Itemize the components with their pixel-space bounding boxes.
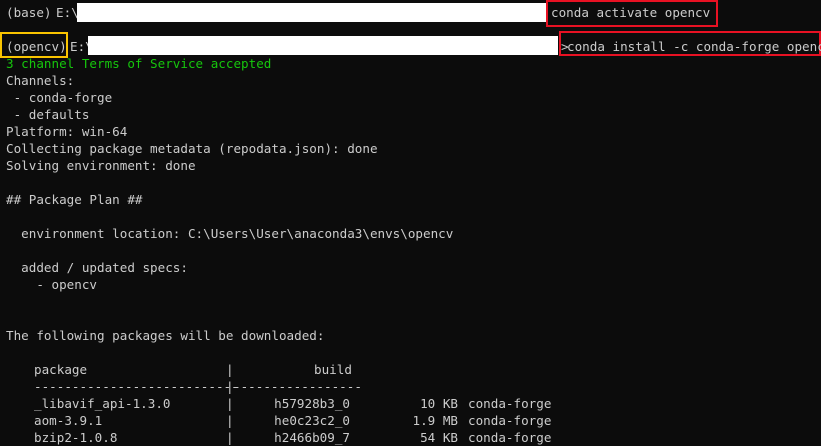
table-row-build: h57928b3_0	[274, 396, 350, 411]
redacted-path	[88, 36, 558, 55]
channel-item: - conda-forge	[6, 90, 113, 105]
table-row-size: 1.9 MB	[412, 413, 459, 428]
prompt-env-base: (base)	[6, 5, 52, 20]
table-row-build: h2466b09_7	[274, 430, 350, 445]
command-activate: conda activate opencv	[551, 5, 711, 20]
table-row-size: 10 KB	[420, 396, 458, 411]
prompt-drive: E:\	[56, 5, 79, 20]
channel-item: - defaults	[6, 107, 90, 122]
download-header: The following packages will be downloade…	[6, 328, 325, 343]
table-row-channel: conda-forge	[468, 430, 552, 445]
table-divider: -----------------	[233, 379, 362, 394]
table-separator: |	[226, 430, 234, 445]
table-separator: |	[226, 396, 234, 411]
table-row-build: he0c23c2_0	[274, 413, 350, 428]
table-separator: |	[226, 413, 234, 428]
package-plan-heading: ## Package Plan ##	[6, 192, 143, 207]
command-install: conda install -c conda-forge opencv	[567, 39, 821, 54]
spec-item: - opencv	[6, 277, 97, 292]
collecting-line: Collecting package metadata (repodata.js…	[6, 141, 378, 156]
table-row-package: aom-3.9.1	[34, 413, 103, 428]
table-header-build: build	[314, 362, 352, 377]
table-row-package: _libavif_api-1.3.0	[34, 396, 171, 411]
prompt-env-opencv: (opencv)	[6, 39, 67, 54]
table-separator: |	[226, 362, 234, 377]
platform-line: Platform: win-64	[6, 124, 128, 139]
added-specs-label: added / updated specs:	[6, 260, 188, 275]
table-row-package: bzip2-1.0.8	[34, 430, 118, 445]
table-row-size: 54 KB	[420, 430, 458, 445]
redacted-path	[77, 3, 546, 22]
environment-location: environment location: C:\Users\User\anac…	[6, 226, 454, 241]
channels-header: Channels:	[6, 73, 75, 88]
table-row-channel: conda-forge	[468, 413, 552, 428]
solving-line: Solving environment: done	[6, 158, 196, 173]
table-header-package: package	[34, 362, 88, 377]
table-row-channel: conda-forge	[468, 396, 552, 411]
tos-message: 3 channel Terms of Service accepted	[6, 56, 272, 71]
table-divider: ---------------------------	[34, 379, 239, 394]
